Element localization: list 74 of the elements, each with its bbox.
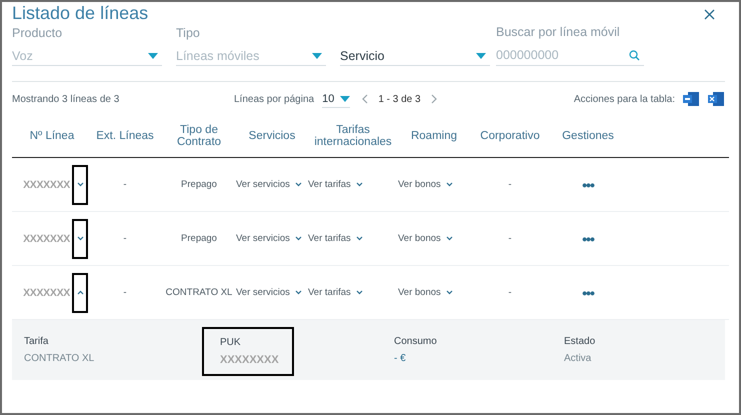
- chevron-down-icon: [294, 236, 302, 241]
- more-actions-button[interactable]: •••: [582, 176, 594, 192]
- detail-value: XXXXXXXX: [220, 354, 278, 366]
- search-field[interactable]: 000000000: [496, 48, 616, 62]
- detail-label: Tarifa: [24, 336, 50, 347]
- chevron-down-icon: [356, 236, 363, 241]
- dropdown-arrow-icon: [476, 52, 486, 58]
- detail-value: CONTRATO XL: [24, 353, 96, 364]
- table-cell-text: CONTRATO XL: [164, 287, 234, 298]
- detail-value: - €: [394, 353, 407, 364]
- column-header[interactable]: Gestiones: [550, 130, 626, 142]
- more-actions-button[interactable]: •••: [582, 284, 594, 300]
- table-cell-text: -: [507, 287, 513, 298]
- chevron-down-icon: [446, 290, 453, 295]
- field-label: Buscar por línea móvil: [496, 25, 621, 39]
- column-header[interactable]: Servicios: [236, 130, 308, 142]
- results-summary: Mostrando 3 líneas de 3: [12, 94, 120, 104]
- rates-dropdown[interactable]: Ver tarifas: [308, 287, 363, 298]
- line-number: XXXXXXX: [23, 286, 70, 298]
- line-number: XXXXXXX: [23, 178, 70, 190]
- column-header[interactable]: Tarifas internacionales: [308, 124, 398, 148]
- column-header[interactable]: Tipo de Contrato: [162, 124, 236, 148]
- more-actions-button[interactable]: •••: [582, 230, 594, 246]
- detail-label: Estado: [564, 336, 596, 347]
- expand-toggle[interactable]: [72, 164, 88, 204]
- expand-toggle[interactable]: [72, 272, 88, 312]
- rates-dropdown[interactable]: Ver tarifas: [308, 179, 363, 190]
- table-cell-text: -: [507, 179, 513, 190]
- services-dropdown[interactable]: Ver servicios: [236, 233, 302, 244]
- services-dropdown[interactable]: Ver servicios: [236, 179, 302, 190]
- table-actions-label: Acciones para la tabla:: [574, 94, 675, 104]
- column-header[interactable]: Nº Línea: [16, 130, 88, 142]
- expand-toggle[interactable]: [72, 218, 88, 258]
- bonus-dropdown[interactable]: Ver bonos: [398, 233, 453, 244]
- services-dropdown[interactable]: Ver servicios: [236, 287, 302, 298]
- spreadsheet-export-icon[interactable]: [707, 91, 725, 107]
- search-icon[interactable]: [629, 50, 640, 60]
- chevron-down-icon: [294, 290, 302, 295]
- chevron-down-icon: [356, 182, 363, 187]
- chevron-down-icon: [446, 182, 453, 187]
- table-cell-text: Prepago: [180, 179, 218, 190]
- table-cell-text: -: [122, 287, 128, 298]
- per-page-label: Líneas por página: [234, 94, 314, 104]
- dropdown-arrow-icon: [312, 52, 322, 58]
- detail-value: Activa: [564, 353, 592, 364]
- chevron-up-icon: [76, 290, 84, 295]
- chevron-down-icon: [76, 236, 84, 241]
- dropdown-arrow-icon: [148, 52, 158, 58]
- table-cell-text: -: [122, 233, 128, 244]
- bonus-dropdown[interactable]: Ver bonos: [398, 287, 453, 298]
- line-number: XXXXXXX: [23, 232, 70, 244]
- column-header[interactable]: Corporativo: [470, 130, 550, 142]
- column-header[interactable]: Ext. Líneas: [88, 130, 162, 142]
- field-label: Tipo: [176, 26, 201, 40]
- window-title: Listado de líneas: [12, 2, 148, 24]
- table-cell-text: Prepago: [180, 233, 218, 244]
- chevron-down-icon: [446, 236, 453, 241]
- detail-label: PUK: [220, 337, 242, 348]
- per-page-select[interactable]: 10: [322, 90, 350, 108]
- chevron-down-icon: [76, 182, 84, 187]
- detail-label: Consumo: [394, 336, 438, 347]
- chevron-down-icon: [294, 182, 302, 187]
- table-cell-text: -: [122, 179, 128, 190]
- bonus-dropdown[interactable]: Ver bonos: [398, 179, 453, 190]
- dropdown-arrow-icon: [340, 96, 350, 102]
- page-range: 1 - 3 de 3: [378, 94, 421, 104]
- dropdown-field[interactable]: Servicio: [340, 46, 490, 66]
- close-icon[interactable]: [704, 9, 715, 20]
- column-header[interactable]: Roaming: [398, 130, 470, 142]
- chevron-down-icon: [356, 290, 363, 295]
- table-cell-text: -: [507, 233, 513, 244]
- rates-dropdown[interactable]: Ver tarifas: [308, 233, 363, 244]
- document-export-icon[interactable]: [682, 91, 700, 107]
- field-label: Producto: [12, 26, 64, 40]
